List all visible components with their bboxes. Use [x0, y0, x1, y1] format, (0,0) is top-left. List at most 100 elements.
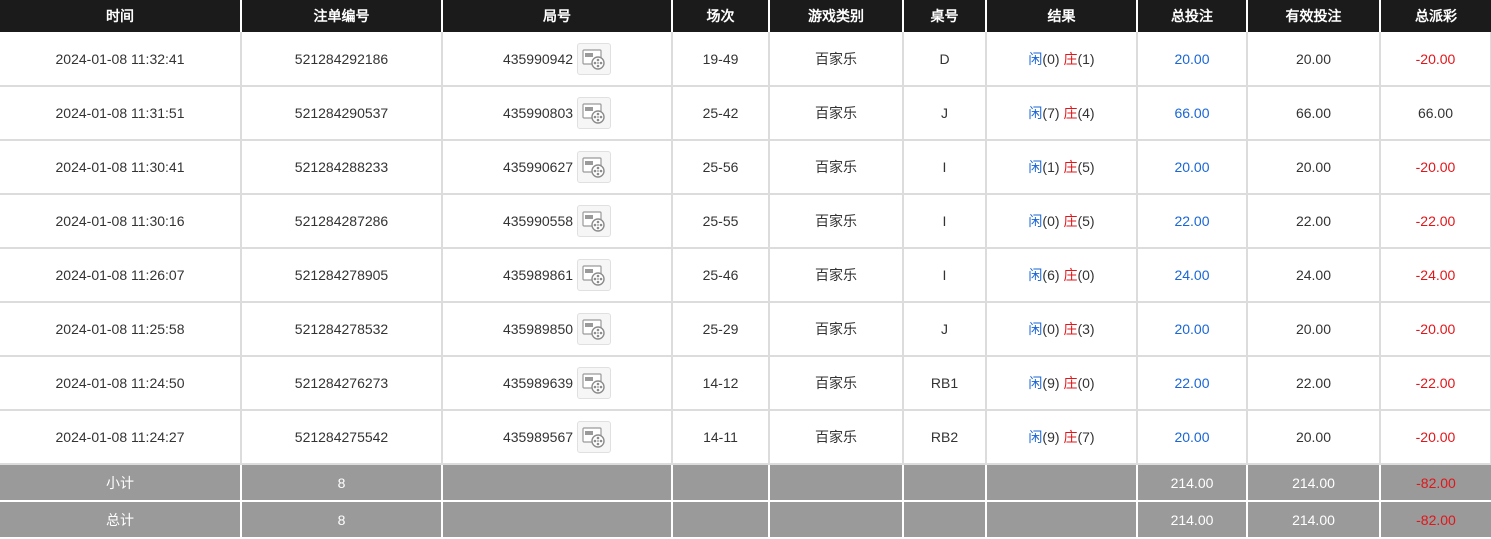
round-number: 435990803 — [502, 105, 574, 121]
banker-score: (7) — [1077, 429, 1095, 445]
player-score: (9) — [1042, 429, 1060, 445]
video-replay-icon[interactable] — [577, 421, 612, 453]
cell-payout: 66.00 — [1379, 86, 1491, 141]
cell-game-type: 百家乐 — [768, 302, 903, 357]
cell-valid-bet: 20.00 — [1246, 140, 1380, 195]
table-row: 2024-01-08 11:24:50 521284276273 435989639… — [0, 356, 1491, 411]
cell-total-bet[interactable]: 20.00 — [1136, 140, 1247, 195]
cell-valid-bet: 20.00 — [1246, 302, 1380, 357]
cell-total-bet[interactable]: 20.00 — [1136, 32, 1247, 87]
table-totals: 小计 8 214.00 214.00 -82.00 总计 8 214.00 21… — [0, 464, 1491, 539]
cell-valid-bet: 66.00 — [1246, 86, 1380, 141]
cell-time: 2024-01-08 11:26:07 — [0, 248, 241, 303]
cell-valid-bet: 22.00 — [1246, 194, 1380, 249]
cell-result: 闲(0) 庄(5) — [985, 194, 1137, 249]
cell-game-type: 百家乐 — [768, 86, 903, 141]
player-score: (7) — [1042, 105, 1060, 121]
cell-session: 25-55 — [671, 194, 769, 249]
header-payout: 总派彩 — [1379, 0, 1491, 32]
cell-bet-id: 521284278905 — [240, 248, 442, 303]
grand-total-payout: -82.00 — [1379, 501, 1491, 539]
video-replay-icon[interactable] — [577, 313, 612, 345]
cell-bet-id: 521284278532 — [240, 302, 442, 357]
cell-total-bet[interactable]: 66.00 — [1136, 86, 1247, 141]
cell-table: I — [902, 248, 986, 303]
cell-table: RB1 — [902, 356, 986, 411]
table-row: 2024-01-08 11:26:07 521284278905 435989861… — [0, 248, 1491, 303]
cell-session: 14-12 — [671, 356, 769, 411]
cell-time: 2024-01-08 11:25:58 — [0, 302, 241, 357]
video-replay-icon[interactable] — [577, 367, 612, 399]
grand-total-total-bet: 214.00 — [1136, 501, 1247, 539]
header-bet-id: 注单编号 — [240, 0, 442, 32]
banker-score: (4) — [1077, 105, 1095, 121]
cell-total-bet[interactable]: 20.00 — [1136, 410, 1247, 465]
round-number: 435989861 — [502, 267, 574, 283]
video-replay-icon[interactable] — [577, 259, 612, 291]
header-game-type: 游戏类别 — [768, 0, 903, 32]
video-replay-icon[interactable] — [577, 205, 612, 237]
video-replay-icon[interactable] — [577, 97, 612, 129]
subtotal-payout: -82.00 — [1379, 464, 1491, 502]
banker-label: 庄 — [1063, 50, 1078, 67]
cell-result: 闲(0) 庄(3) — [985, 302, 1137, 357]
cell-table: J — [902, 302, 986, 357]
cell-time: 2024-01-08 11:30:16 — [0, 194, 241, 249]
cell-game-type: 百家乐 — [768, 140, 903, 195]
round-number: 435990558 — [502, 213, 574, 229]
cell-result: 闲(9) 庄(0) — [985, 356, 1137, 411]
banker-label: 庄 — [1063, 267, 1078, 283]
subtotal-valid-bet: 214.00 — [1246, 464, 1380, 502]
player-label: 闲 — [1028, 213, 1043, 229]
player-score: (0) — [1042, 213, 1060, 229]
cell-total-bet[interactable]: 24.00 — [1136, 248, 1247, 303]
cell-time: 2024-01-08 11:32:41 — [0, 32, 241, 87]
table-row: 2024-01-08 11:24:27 521284275542 435989567… — [0, 410, 1491, 465]
grand-total-row: 总计 8 214.00 214.00 -82.00 — [0, 501, 1491, 539]
cell-session: 14-11 — [671, 410, 769, 465]
cell-result: 闲(1) 庄(5) — [985, 140, 1137, 195]
subtotal-total-bet: 214.00 — [1136, 464, 1247, 502]
round-number: 435990627 — [502, 159, 574, 175]
cell-table: J — [902, 86, 986, 141]
banker-label: 庄 — [1063, 159, 1078, 175]
cell-result: 闲(0) 庄(1) — [985, 32, 1137, 87]
cell-table: I — [902, 140, 986, 195]
cell-bet-id: 521284288233 — [240, 140, 442, 195]
round-number: 435990942 — [502, 50, 574, 67]
header-session: 场次 — [671, 0, 769, 32]
cell-round: 435990942 — [441, 32, 672, 87]
cell-session: 25-29 — [671, 302, 769, 357]
grand-total-valid-bet: 214.00 — [1246, 501, 1380, 539]
cell-payout: -24.00 — [1379, 248, 1491, 303]
cell-round: 435989850 — [441, 302, 672, 357]
player-label: 闲 — [1028, 321, 1043, 337]
header-time: 时间 — [0, 0, 241, 32]
header-valid-bet: 有效投注 — [1246, 0, 1380, 32]
cell-result: 闲(7) 庄(4) — [985, 86, 1137, 141]
table-row: 2024-01-08 11:30:16 521284287286 435990558… — [0, 194, 1491, 249]
banker-label: 庄 — [1063, 105, 1078, 121]
cell-total-bet[interactable]: 22.00 — [1136, 356, 1247, 411]
player-label: 闲 — [1028, 105, 1043, 121]
cell-game-type: 百家乐 — [768, 194, 903, 249]
cell-session: 25-42 — [671, 86, 769, 141]
cell-bet-id: 521284292186 — [240, 32, 442, 87]
cell-payout: -20.00 — [1379, 302, 1491, 357]
player-label: 闲 — [1028, 267, 1043, 283]
subtotal-count: 8 — [240, 464, 442, 502]
cell-total-bet[interactable]: 20.00 — [1136, 302, 1247, 357]
cell-game-type: 百家乐 — [768, 410, 903, 465]
cell-round: 435990803 — [441, 86, 672, 141]
cell-round: 435990627 — [441, 140, 672, 195]
video-replay-icon[interactable] — [577, 151, 612, 183]
cell-payout: -20.00 — [1379, 410, 1491, 465]
video-replay-icon[interactable] — [577, 42, 612, 75]
cell-valid-bet: 24.00 — [1246, 248, 1380, 303]
cell-time: 2024-01-08 11:24:50 — [0, 356, 241, 411]
banker-label: 庄 — [1063, 321, 1078, 337]
banker-score: (1) — [1077, 50, 1095, 67]
cell-total-bet[interactable]: 22.00 — [1136, 194, 1247, 249]
cell-payout: -22.00 — [1379, 194, 1491, 249]
bet-records-table: 时间 注单编号 局号 场次 游戏类别 桌号 结果 总投注 有效投注 总派彩 20… — [0, 0, 1491, 539]
